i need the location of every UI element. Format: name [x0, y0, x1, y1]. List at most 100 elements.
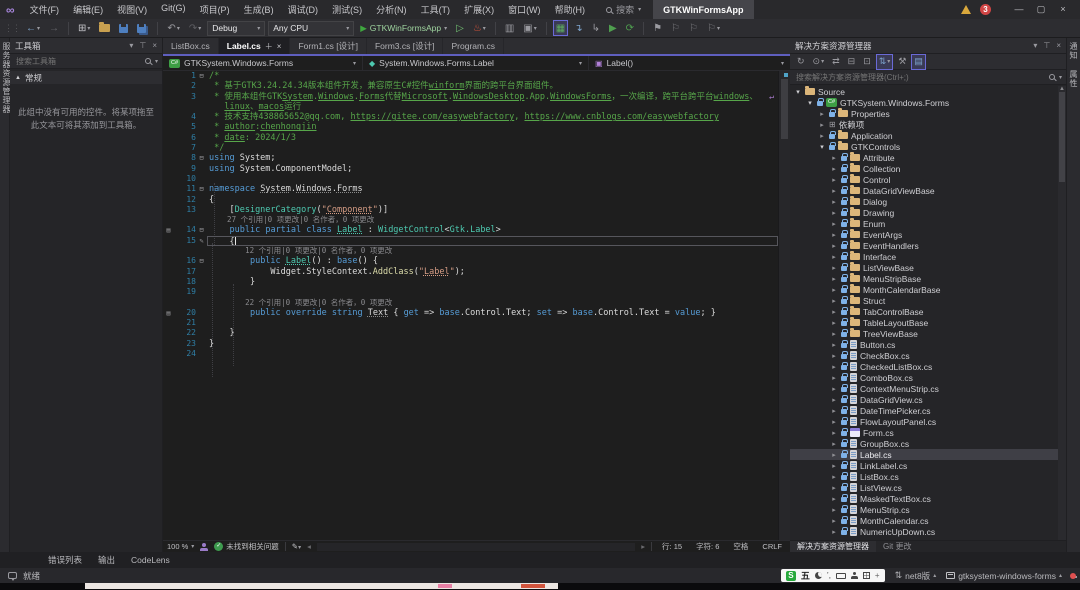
tree-item[interactable]: ▾GTKControls — [790, 141, 1058, 152]
open-folder-icon[interactable] — [96, 20, 113, 36]
tree-item[interactable]: ▸ContextMenuStrip.cs — [790, 383, 1058, 394]
refresh-icon[interactable]: ↻ — [794, 54, 808, 70]
menu-item-4[interactable]: 项目(P) — [193, 3, 237, 16]
collapsed-arrow-icon[interactable]: ▸ — [830, 275, 838, 283]
keyboard-icon[interactable] — [836, 573, 846, 579]
collapsed-arrow-icon[interactable]: ▸ — [830, 297, 838, 305]
collapsed-arrow-icon[interactable]: ▸ — [830, 363, 838, 371]
tree-item[interactable]: ▸⊞依赖项 — [790, 119, 1058, 130]
document-tab-0[interactable]: ListBox.cs — [163, 38, 219, 54]
type-dropdown[interactable]: ◆ System.Windows.Forms.Label ▾ — [363, 56, 589, 70]
line-indicator[interactable]: 行: 15 — [658, 541, 686, 552]
save-all-icon[interactable] — [134, 20, 151, 36]
tree-scrollbar[interactable]: ▲ — [1058, 86, 1066, 540]
warning-icon[interactable] — [961, 5, 971, 14]
bottom-tab-2[interactable]: CodeLens — [131, 555, 170, 565]
menu-item-2[interactable]: 视图(V) — [110, 3, 154, 16]
maximize-button[interactable]: ▢ — [1032, 4, 1050, 15]
tree-item[interactable]: ▸MonthCalendarBase — [790, 284, 1058, 295]
collapsed-arrow-icon[interactable]: ▸ — [830, 352, 838, 360]
toolbar-drag-handle[interactable]: ⋮⋮ — [4, 23, 20, 34]
wrench-icon[interactable]: ⚒ — [895, 54, 909, 70]
document-tab-1[interactable]: Label.cs＋× — [219, 38, 291, 54]
panel-tab-0[interactable]: 解决方案资源管理器 — [790, 541, 876, 552]
collapsed-arrow-icon[interactable]: ▸ — [830, 341, 838, 349]
pin-icon[interactable]: ⊤ — [1043, 41, 1050, 50]
ime-mode-toggle[interactable]: 五 — [801, 569, 810, 582]
sync-active-document-icon[interactable]: ⇅▾ — [876, 54, 894, 70]
tree-item[interactable]: ▸LinkLabel.cs — [790, 460, 1058, 471]
project-dropdown[interactable]: C# GTKSystem.Windows.Forms ▾ — [163, 56, 363, 70]
step-back-icon[interactable]: ↴ — [571, 20, 585, 36]
preview-selected-icon[interactable]: ▤ — [911, 54, 926, 70]
collapsed-arrow-icon[interactable]: ▸ — [830, 440, 838, 448]
menu-item-6[interactable]: 调试(D) — [281, 3, 326, 16]
grid-icon[interactable] — [863, 572, 870, 579]
collapsed-arrow-icon[interactable]: ▸ — [830, 176, 838, 184]
collapsed-arrow-icon[interactable]: ▸ — [830, 495, 838, 503]
hscroll-left-arrow[interactable]: ◂ — [307, 542, 311, 551]
collapsed-arrow-icon[interactable]: ▸ — [830, 451, 838, 459]
tree-item[interactable]: ▸DataGridView.cs — [790, 394, 1058, 405]
menu-item-7[interactable]: 测试(S) — [325, 3, 369, 16]
collapsed-arrow-icon[interactable]: ▸ — [818, 110, 826, 118]
tree-item[interactable]: ▸Struct — [790, 295, 1058, 306]
collapsed-arrow-icon[interactable]: ▸ — [830, 209, 838, 217]
collapsed-arrow-icon[interactable]: ▸ — [830, 396, 838, 404]
codelens-info[interactable]: 27 个引用|0 项更改|0 名作者，0 项更改 — [209, 215, 374, 224]
tree-item[interactable]: ▸Form.cs — [790, 427, 1058, 438]
collapsed-arrow-icon[interactable]: ▸ — [830, 473, 838, 481]
tree-item[interactable]: ▸TableLayoutBase — [790, 317, 1058, 328]
collapsed-arrow-icon[interactable]: ▸ — [830, 385, 838, 393]
step-into-icon[interactable]: ↳ — [589, 20, 603, 36]
tree-item[interactable]: ▸NumericUpDown.cs — [790, 526, 1058, 537]
tree-item[interactable]: ▸DataGridViewBase — [790, 185, 1058, 196]
zoom-select[interactable]: 100 % ▾ — [167, 542, 194, 551]
collapsed-arrow-icon[interactable]: ▸ — [818, 121, 826, 129]
expanded-arrow-icon[interactable]: ▾ — [794, 88, 802, 96]
tree-item[interactable]: ▸Drawing — [790, 207, 1058, 218]
bookmark-list-icon[interactable]: ⚐▾ — [704, 20, 723, 36]
tree-item[interactable]: ▸ComboBox.cs — [790, 372, 1058, 383]
next-bookmark-icon[interactable]: ⚐ — [686, 20, 701, 36]
tree-item[interactable]: ▸Dialog — [790, 196, 1058, 207]
collapsed-arrow-icon[interactable]: ▸ — [830, 484, 838, 492]
tree-item[interactable]: ▸Button.cs — [790, 339, 1058, 350]
collapsed-arrow-icon[interactable]: ▸ — [830, 242, 838, 250]
close-icon[interactable]: × — [152, 41, 157, 50]
tree-item[interactable]: ▸EventArgs — [790, 229, 1058, 240]
collapsed-arrow-icon[interactable]: ▸ — [830, 418, 838, 426]
menu-item-3[interactable]: Git(G) — [154, 3, 193, 16]
profiler-icon[interactable]: ▣▾ — [520, 20, 539, 36]
expanded-arrow-icon[interactable]: ▾ — [806, 99, 814, 107]
panel-tab-1[interactable]: Git 更改 — [876, 541, 918, 552]
git-branch-control[interactable]: ⇅ net8版 ▴ — [895, 570, 937, 582]
tree-item[interactable]: ▸CheckedListBox.cs — [790, 361, 1058, 372]
pin-icon[interactable]: ⊤ — [139, 41, 146, 50]
collapsed-arrow-icon[interactable]: ▸ — [830, 319, 838, 327]
save-icon[interactable] — [116, 20, 131, 36]
hscroll-right-arrow[interactable]: ▸ — [641, 542, 645, 551]
fold-marker-icon[interactable]: ⊟ — [196, 256, 207, 266]
notification-badge[interactable]: 3 — [980, 4, 991, 15]
tree-item[interactable]: ▸Interface — [790, 251, 1058, 262]
health-indicator[interactable]: ✓ 未找到相关问题 — [214, 541, 279, 552]
collapsed-arrow-icon[interactable]: ▸ — [830, 374, 838, 382]
collapsed-arrow-icon[interactable]: ▸ — [830, 187, 838, 195]
collapsed-arrow-icon[interactable]: ▸ — [830, 264, 838, 272]
solution-platform-select[interactable]: Any CPU▾ — [268, 21, 354, 36]
collapsed-arrow-icon[interactable]: ▸ — [830, 198, 838, 206]
solution-search-input[interactable] — [794, 72, 1045, 83]
hot-reload-icon[interactable]: ♨▾ — [470, 20, 489, 36]
ime-more[interactable]: + — [875, 571, 880, 580]
tree-item[interactable]: ▾Source — [790, 86, 1058, 97]
tree-item[interactable]: ▸ListView.cs — [790, 482, 1058, 493]
previous-bookmark-icon[interactable]: ⚐ — [668, 20, 683, 36]
code-cleanup-icon[interactable]: ✎▾ — [292, 542, 301, 551]
menu-item-1[interactable]: 编辑(E) — [66, 3, 110, 16]
collapsed-arrow-icon[interactable]: ▸ — [830, 506, 838, 514]
menu-item-11[interactable]: 窗口(W) — [501, 3, 548, 16]
collapsed-arrow-icon[interactable]: ▸ — [818, 132, 826, 140]
tree-item[interactable]: ▸EventHandlers — [790, 240, 1058, 251]
expanded-arrow-icon[interactable]: ▾ — [818, 143, 826, 151]
